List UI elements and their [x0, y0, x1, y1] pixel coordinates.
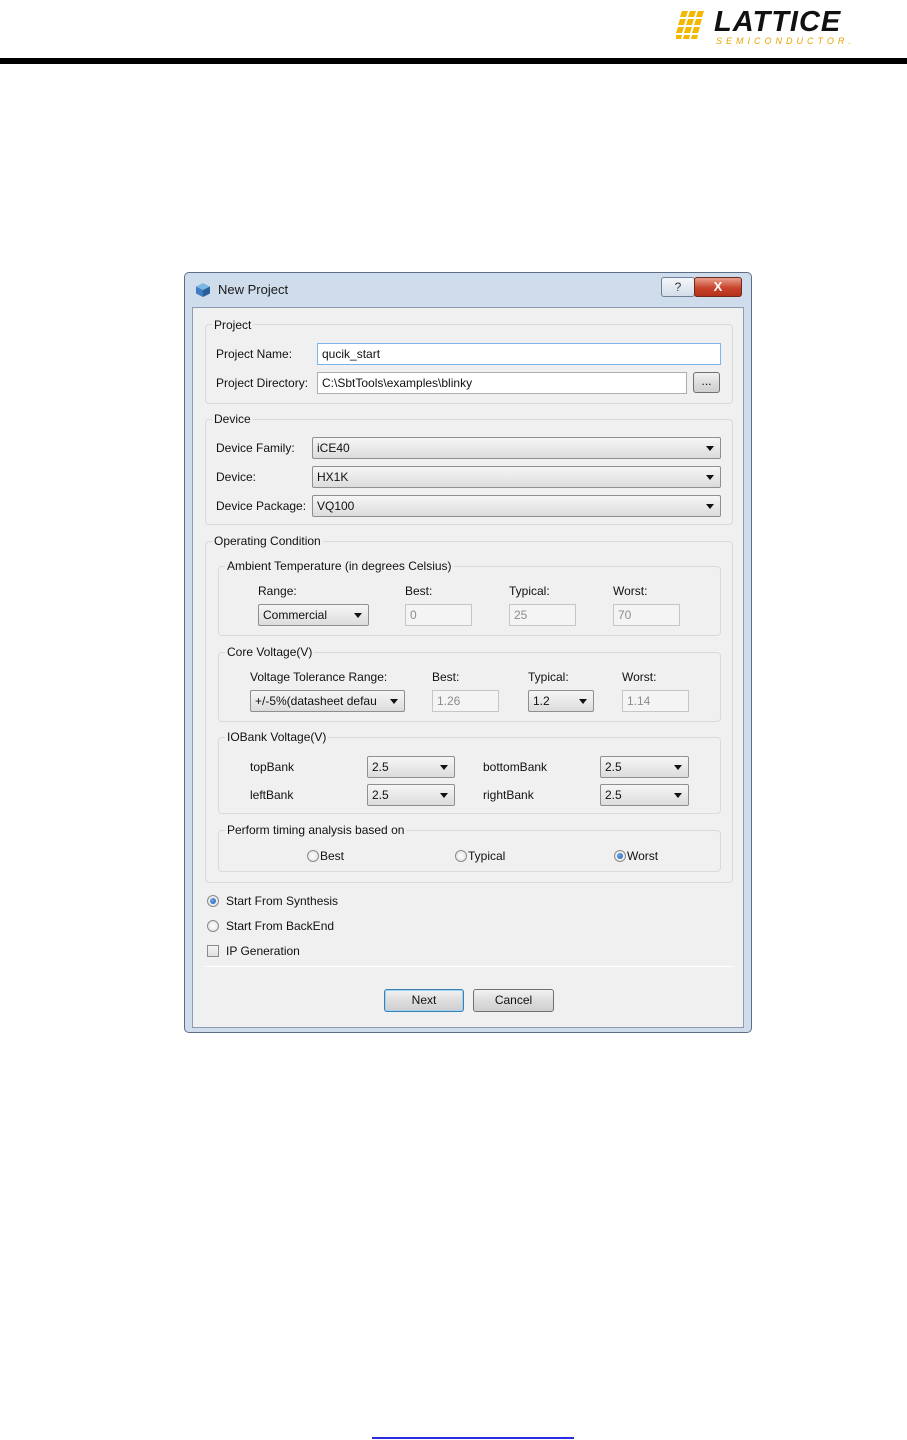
timing-best-radio[interactable] — [307, 850, 319, 862]
title-bar[interactable]: New Project ? X — [185, 273, 751, 307]
tolerance-range-select[interactable]: +/-5%(datasheet defau — [250, 690, 405, 712]
chevron-down-icon — [706, 504, 714, 509]
ambient-typical-label: Typical: — [509, 584, 550, 598]
project-name-label: Project Name: — [216, 347, 293, 361]
right-bank-label: rightBank — [483, 788, 534, 802]
project-directory-input[interactable]: C:\SbtTools\examples\blinky — [317, 372, 687, 394]
core-worst-label: Worst: — [622, 670, 657, 684]
ambient-temperature-title: Ambient Temperature (in degrees Celsius) — [225, 559, 454, 573]
range-select[interactable]: Commercial — [258, 604, 369, 626]
core-worst-input[interactable]: 1.14 — [622, 690, 689, 712]
left-bank-value: 2.5 — [372, 788, 389, 802]
core-typical-value: 1.2 — [533, 694, 550, 708]
dialog-body: Project Project Name: qucik_start Projec… — [192, 307, 744, 1028]
app-cube-icon — [196, 283, 210, 297]
timing-worst-label: Worst — [627, 849, 659, 863]
device-label: Device: — [216, 470, 257, 484]
top-bank-select[interactable]: 2.5 — [367, 756, 455, 778]
right-bank-select[interactable]: 2.5 — [600, 784, 689, 806]
core-typical-label: Typical: — [528, 670, 569, 684]
logo-wordmark: LATTICE — [714, 6, 842, 38]
header-rule — [0, 58, 907, 64]
cancel-button[interactable]: Cancel — [473, 989, 554, 1012]
timing-typical-radio[interactable] — [455, 850, 467, 862]
device-package-value: VQ100 — [317, 499, 355, 513]
device-select[interactable]: HX1K — [312, 466, 721, 488]
device-package-select[interactable]: VQ100 — [312, 495, 721, 517]
project-name-input[interactable]: qucik_start — [317, 343, 721, 365]
close-button[interactable]: X — [694, 277, 742, 297]
tolerance-range-value: +/-5%(datasheet defau — [255, 694, 377, 708]
new-project-dialog: New Project ? X Project Project Name: qu… — [184, 272, 752, 1033]
start-from-backend-label: Start From BackEnd — [226, 919, 335, 933]
project-directory-label: Project Directory: — [216, 376, 309, 390]
start-from-backend-radio[interactable] — [207, 920, 219, 932]
lattice-logo-mark-icon — [676, 11, 704, 39]
ambient-typical-input[interactable]: 25 — [509, 604, 576, 626]
core-best-input[interactable]: 1.26 — [432, 690, 499, 712]
timing-analysis-title: Perform timing analysis based on — [225, 823, 407, 837]
ip-generation-checkbox[interactable] — [207, 945, 219, 957]
top-bank-label: topBank — [250, 760, 295, 774]
range-value: Commercial — [263, 608, 328, 622]
chevron-down-icon — [706, 446, 714, 451]
top-bank-value: 2.5 — [372, 760, 389, 774]
chevron-down-icon — [674, 793, 682, 798]
device-family-value: iCE40 — [317, 441, 350, 455]
operating-condition-title: Operating Condition — [212, 534, 323, 548]
footer-link-underline[interactable] — [372, 1437, 574, 1439]
core-best-label: Best: — [432, 670, 460, 684]
chevron-down-icon — [440, 793, 448, 798]
ambient-worst-input[interactable]: 70 — [613, 604, 680, 626]
next-button[interactable]: Next — [384, 989, 464, 1012]
ambient-worst-label: Worst: — [613, 584, 648, 598]
range-label: Range: — [258, 584, 297, 598]
device-package-label: Device Package: — [216, 499, 307, 513]
core-typical-select[interactable]: 1.2 — [528, 690, 594, 712]
help-button[interactable]: ? — [661, 277, 695, 297]
chevron-down-icon — [674, 765, 682, 770]
device-family-select[interactable]: iCE40 — [312, 437, 721, 459]
timing-worst-radio[interactable] — [614, 850, 626, 862]
bottom-bank-select[interactable]: 2.5 — [600, 756, 689, 778]
device-value: HX1K — [317, 470, 349, 484]
lattice-logo: LATTICE SEMICONDUCTOR. — [676, 6, 866, 46]
core-voltage-title: Core Voltage(V) — [225, 645, 315, 659]
ambient-best-input[interactable]: 0 — [405, 604, 472, 626]
left-bank-label: leftBank — [250, 788, 294, 802]
right-bank-value: 2.5 — [605, 788, 622, 802]
start-from-synthesis-radio[interactable] — [207, 895, 219, 907]
left-bank-select[interactable]: 2.5 — [367, 784, 455, 806]
timing-typical-label: Typical — [468, 849, 506, 863]
chevron-down-icon — [390, 699, 398, 704]
device-family-label: Device Family: — [216, 441, 295, 455]
ip-generation-label: IP Generation — [226, 944, 300, 958]
ambient-best-label: Best: — [405, 584, 433, 598]
iobank-voltage-title: IOBank Voltage(V) — [225, 730, 329, 744]
footer-separator — [205, 966, 733, 967]
bottom-bank-label: bottomBank — [483, 760, 548, 774]
start-from-synthesis-label: Start From Synthesis — [226, 894, 339, 908]
logo-subtitle: SEMICONDUCTOR. — [716, 36, 855, 46]
chevron-down-icon — [706, 475, 714, 480]
browse-button[interactable]: ... — [693, 372, 720, 393]
project-group-title: Project — [212, 318, 254, 332]
timing-best-label: Best — [320, 849, 345, 863]
window-title: New Project — [218, 282, 289, 297]
chevron-down-icon — [354, 613, 362, 618]
chevron-down-icon — [579, 699, 587, 704]
chevron-down-icon — [440, 765, 448, 770]
bottom-bank-value: 2.5 — [605, 760, 622, 774]
tolerance-range-label: Voltage Tolerance Range: — [250, 670, 388, 684]
device-group-title: Device — [212, 412, 253, 426]
